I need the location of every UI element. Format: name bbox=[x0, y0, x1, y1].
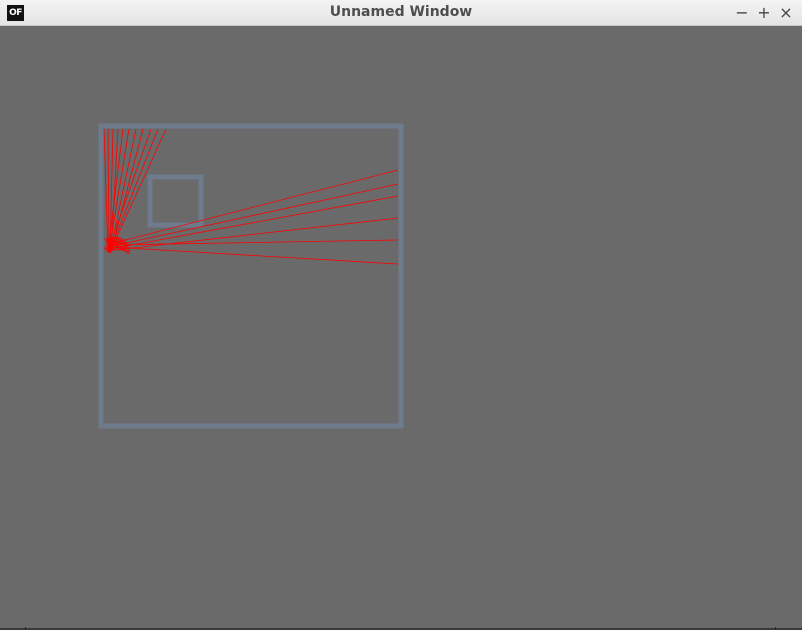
close-button[interactable]: × bbox=[778, 3, 794, 23]
application-window: OF Unnamed Window − + × bbox=[0, 0, 802, 630]
render-canvas[interactable] bbox=[0, 26, 802, 630]
light-ray bbox=[107, 239, 399, 246]
title-bar[interactable]: OF Unnamed Window − + × bbox=[0, 0, 802, 26]
window-title: Unnamed Window bbox=[329, 4, 473, 20]
light-ray bbox=[107, 128, 110, 253]
window-controls: − + × bbox=[734, 0, 794, 26]
maximize-button[interactable]: + bbox=[756, 3, 772, 23]
minimize-button[interactable]: − bbox=[734, 3, 750, 23]
scene-drawing bbox=[98, 123, 404, 429]
outer-wall-square bbox=[98, 123, 404, 429]
light-ray bbox=[109, 246, 399, 265]
inner-obstacle-square bbox=[147, 174, 204, 228]
light-ray bbox=[103, 128, 109, 254]
